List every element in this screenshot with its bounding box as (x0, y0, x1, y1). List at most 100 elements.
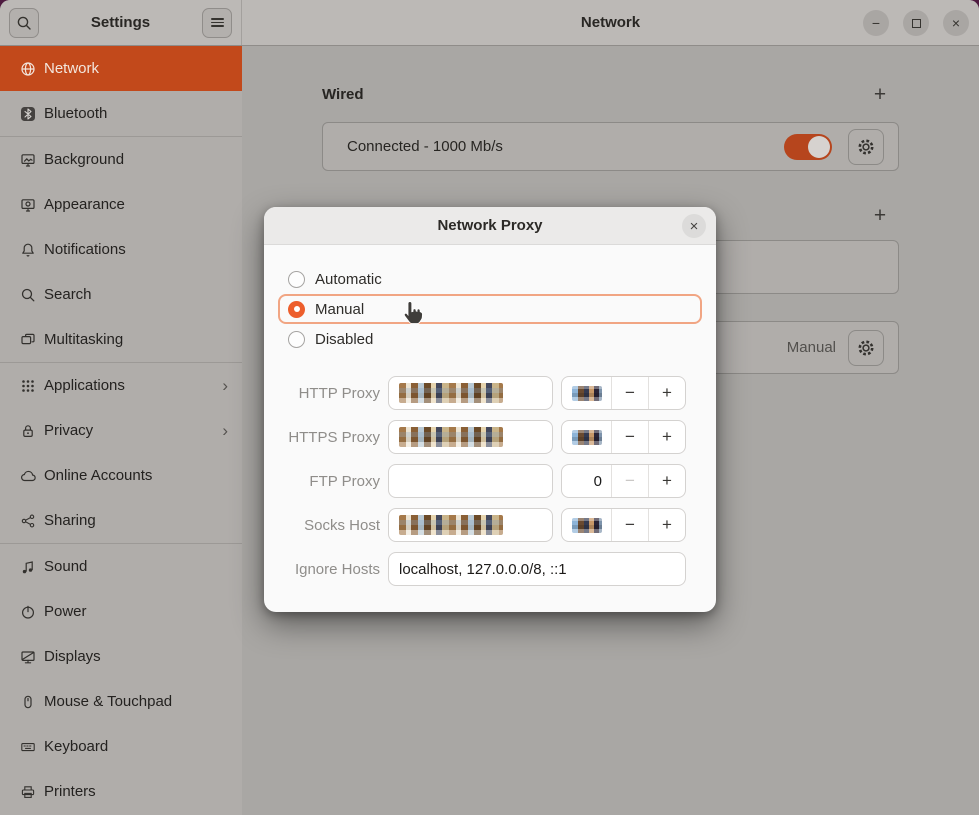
increment-button[interactable]: + (648, 421, 685, 453)
sound-icon (20, 559, 36, 575)
http-proxy-port-spinbox[interactable]: − + (561, 376, 686, 410)
ignore-hosts-field-row: Ignore Hosts localhost, 127.0.0.0/8, ::1 (278, 552, 686, 586)
sidebar-item-power[interactable]: Power (0, 589, 242, 634)
sidebar-item-label: Bluetooth (44, 105, 107, 122)
redacted-port-value (572, 386, 602, 401)
sidebar-item-applications[interactable]: Applications› (0, 363, 242, 408)
power-icon (20, 604, 36, 620)
wired-settings-button[interactable] (848, 129, 884, 165)
add-wired-connection-button[interactable]: + (869, 84, 891, 105)
https-proxy-host-input[interactable] (388, 420, 553, 454)
sidebar-item-notifications[interactable]: Notifications (0, 227, 242, 272)
sidebar-item-appearance[interactable]: Appearance (0, 182, 242, 227)
proxy-mode-value: Manual (787, 339, 836, 356)
appearance-icon (20, 197, 36, 213)
add-vpn-button[interactable]: + (869, 205, 891, 226)
bluetooth-icon (20, 106, 36, 122)
sidebar-item-bluetooth[interactable]: Bluetooth (0, 91, 242, 136)
increment-button[interactable]: + (648, 509, 685, 541)
sidebar-item-online-accounts[interactable]: Online Accounts (0, 453, 242, 498)
sidebar-item-label: Sound (44, 558, 87, 575)
ignore-hosts-value: localhost, 127.0.0.0/8, ::1 (399, 561, 567, 578)
lock-icon (20, 423, 36, 439)
field-label: FTP Proxy (278, 473, 380, 490)
close-window-button[interactable]: × (943, 10, 969, 36)
chevron-right-icon: › (222, 377, 228, 394)
sidebar-item-label: Appearance (44, 196, 125, 213)
sidebar-item-label: Keyboard (44, 738, 108, 755)
sidebar-item-network[interactable]: Network (0, 46, 242, 91)
sidebar-item-printers[interactable]: Printers (0, 769, 242, 814)
ignore-hosts-input[interactable]: localhost, 127.0.0.0/8, ::1 (388, 552, 686, 586)
sidebar-item-sound[interactable]: Sound (0, 544, 242, 589)
apps-icon (20, 378, 36, 394)
dialog-header: Network Proxy × (264, 207, 716, 245)
sidebar-item-mouse-touchpad[interactable]: Mouse & Touchpad (0, 679, 242, 724)
menu-button[interactable] (202, 8, 232, 38)
decrement-button[interactable]: − (611, 465, 648, 497)
field-label: HTTP Proxy (278, 385, 380, 402)
gear-icon (856, 338, 876, 358)
settings-window: Settings Network − × Network Bluetooth Bac… (0, 0, 979, 815)
maximize-icon (912, 19, 921, 28)
proxy-settings-button[interactable] (848, 330, 884, 366)
wired-toggle[interactable] (784, 134, 832, 160)
socks-port-spinbox[interactable]: − + (561, 508, 686, 542)
background-icon (20, 152, 36, 168)
sidebar-item-background[interactable]: Background (0, 137, 242, 182)
section-title-wired: Wired (322, 86, 364, 103)
sidebar-item-label: Online Accounts (44, 467, 152, 484)
minimize-button[interactable]: − (863, 10, 889, 36)
port-value: 0 (562, 465, 611, 497)
wired-connection-row: Connected - 1000 Mb/s (322, 122, 899, 171)
search-button[interactable] (9, 8, 39, 38)
radio-unchecked-icon (288, 331, 305, 348)
radio-checked-icon (288, 301, 305, 318)
radio-unchecked-icon (288, 271, 305, 288)
increment-button[interactable]: + (648, 377, 685, 409)
https-proxy-port-spinbox[interactable]: − + (561, 420, 686, 454)
sidebar-item-search[interactable]: Search (0, 272, 242, 317)
close-icon: × (690, 219, 699, 234)
titlebar: Settings Network − × (0, 0, 979, 46)
titlebar-sidebar-section: Settings (0, 0, 242, 45)
socks-host-input[interactable] (388, 508, 553, 542)
radio-option-manual[interactable]: Manual (278, 294, 702, 324)
keyboard-icon (20, 739, 36, 755)
search-icon (20, 287, 36, 303)
redacted-host-value (399, 383, 503, 403)
sidebar-item-label: Notifications (44, 241, 126, 258)
sidebar-item-label: Search (44, 286, 92, 303)
redacted-host-value (399, 427, 503, 447)
field-label: HTTPS Proxy (278, 429, 380, 446)
sidebar-item-privacy[interactable]: Privacy› (0, 408, 242, 453)
printer-icon (20, 784, 36, 800)
radio-option-disabled[interactable]: Disabled (278, 324, 702, 354)
ftp-proxy-port-spinbox[interactable]: 0 − + (561, 464, 686, 498)
http-proxy-host-input[interactable] (388, 376, 553, 410)
close-icon: × (952, 16, 960, 30)
toggle-knob (808, 136, 830, 158)
decrement-button[interactable]: − (611, 377, 648, 409)
https-proxy-field-row: HTTPS Proxy − + (278, 420, 686, 454)
sidebar-item-keyboard[interactable]: Keyboard (0, 724, 242, 769)
sidebar-item-multitasking[interactable]: Multitasking (0, 317, 242, 362)
ftp-proxy-host-input[interactable] (388, 464, 553, 498)
radio-option-label: Automatic (315, 271, 382, 288)
sidebar-item-label: Background (44, 151, 124, 168)
globe-icon (20, 61, 36, 77)
minimize-icon: − (872, 16, 880, 30)
network-proxy-dialog: Network Proxy × AutomaticManualDisabled … (264, 207, 716, 612)
radio-option-automatic[interactable]: Automatic (278, 264, 702, 294)
sidebar-item-sharing[interactable]: Sharing (0, 498, 242, 543)
dialog-close-button[interactable]: × (682, 214, 706, 238)
decrement-button[interactable]: − (611, 509, 648, 541)
http-proxy-field-row: HTTP Proxy − + (278, 376, 686, 410)
sidebar-item-label: Mouse & Touchpad (44, 693, 172, 710)
sidebar-item-displays[interactable]: Displays (0, 634, 242, 679)
decrement-button[interactable]: − (611, 421, 648, 453)
increment-button[interactable]: + (648, 465, 685, 497)
maximize-button[interactable] (903, 10, 929, 36)
dialog-title: Network Proxy (437, 217, 542, 234)
port-value (562, 421, 611, 453)
